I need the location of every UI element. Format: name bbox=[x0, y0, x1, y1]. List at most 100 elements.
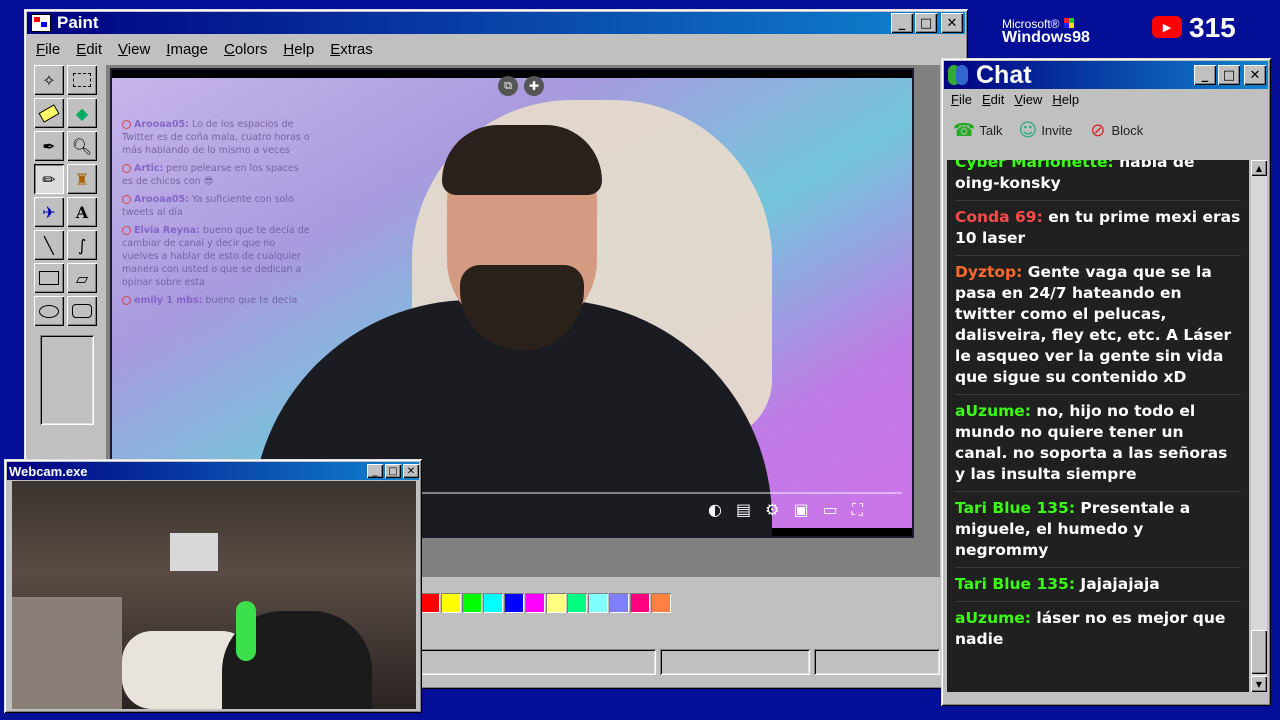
minimize-button[interactable]: _ bbox=[891, 13, 913, 33]
palette-color-8[interactable] bbox=[588, 593, 608, 613]
settings-gear-icon[interactable]: ⚙ bbox=[765, 500, 779, 520]
talk-icon[interactable]: ☎ bbox=[953, 120, 975, 141]
chat-toolbar: ☎ Talk ☺ Invite ⊘ Block bbox=[953, 120, 1143, 141]
palette-color-11[interactable] bbox=[651, 593, 671, 613]
chat-menu-edit[interactable]: Edit bbox=[982, 92, 1004, 107]
rounded-rect-icon[interactable] bbox=[67, 296, 97, 326]
scroll-thumb[interactable] bbox=[1251, 630, 1267, 674]
fill-icon[interactable]: ◆ bbox=[67, 98, 97, 128]
chat-menu-help[interactable]: Help bbox=[1052, 92, 1079, 107]
viewer-count: 315 bbox=[1189, 12, 1236, 43]
menu-colors[interactable]: Colors bbox=[224, 41, 267, 58]
chat-title: Chat bbox=[976, 60, 1032, 89]
palette-color-1[interactable] bbox=[441, 593, 461, 613]
status-pane-2 bbox=[660, 649, 810, 675]
palette-color-2[interactable] bbox=[462, 593, 482, 613]
status-pane-3 bbox=[814, 649, 940, 675]
palette-color-7[interactable] bbox=[567, 593, 587, 613]
palette-color-10[interactable] bbox=[630, 593, 650, 613]
chat-titlebar[interactable]: Chat _ □ ✕ bbox=[944, 61, 1268, 89]
menu-view[interactable]: View bbox=[118, 41, 150, 58]
chat-scrollbar[interactable]: ▲ ▼ bbox=[1251, 160, 1267, 692]
overlay-message: emily 1 mbs: bueno que te decía bbox=[122, 294, 312, 307]
overlay-message: Elvia Reyna: bueno que te decía de cambi… bbox=[122, 225, 310, 288]
close-button[interactable]: ✕ bbox=[941, 13, 963, 33]
paint-title: Paint bbox=[57, 13, 99, 32]
maximize-button[interactable]: □ bbox=[915, 13, 937, 33]
webcam-maximize-button[interactable]: □ bbox=[385, 464, 401, 478]
chat-message: Conda 69: en tu prime mexi eras 10 laser bbox=[955, 201, 1241, 256]
menu-file[interactable]: File bbox=[36, 41, 60, 58]
block-button[interactable]: Block bbox=[1111, 123, 1143, 138]
palette-color-0[interactable] bbox=[420, 593, 440, 613]
scroll-up-button[interactable]: ▲ bbox=[1251, 160, 1267, 176]
brush-icon[interactable]: ♜ bbox=[67, 164, 97, 194]
paint-app-icon bbox=[31, 14, 51, 32]
magnifier-icon[interactable]: 🔍︎ bbox=[67, 131, 97, 161]
streamer-hair bbox=[442, 125, 602, 195]
webcam-titlebar[interactable]: Webcam.exe _ □ ✕ bbox=[7, 462, 419, 480]
palette-color-9[interactable] bbox=[609, 593, 629, 613]
tool-options-box[interactable] bbox=[40, 335, 94, 425]
rectangle-icon[interactable] bbox=[34, 263, 64, 293]
chat-maximize-button[interactable]: □ bbox=[1218, 65, 1240, 85]
pencil-icon[interactable]: ✏ bbox=[34, 164, 64, 194]
chat-message-pane[interactable]: Cyber Marionette: habla de oing-konsky C… bbox=[947, 160, 1249, 692]
overlay-message: Arooaa05: Ya suficiente con solo tweets … bbox=[122, 194, 294, 218]
chat-username: Cyber Marionette: bbox=[955, 160, 1114, 171]
polygon-icon[interactable]: ▱ bbox=[67, 263, 97, 293]
eraser-icon[interactable] bbox=[34, 98, 64, 128]
chat-menu-view[interactable]: View bbox=[1014, 92, 1042, 107]
chat-message-list: Cyber Marionette: habla de oing-konsky C… bbox=[955, 160, 1241, 656]
chat-message: Tari Blue 135: Jajajajaja bbox=[955, 568, 1241, 602]
paint-titlebar[interactable]: Paint _ □ ✕ bbox=[27, 12, 965, 34]
eyedropper-icon[interactable]: ✒ bbox=[34, 131, 64, 161]
color-palette[interactable] bbox=[420, 593, 672, 613]
windows98-label: Windows98 bbox=[1002, 29, 1090, 46]
menu-image[interactable]: Image bbox=[166, 41, 208, 58]
subtitles-icon[interactable]: ▤ bbox=[736, 500, 751, 520]
chat-close-button[interactable]: ✕ bbox=[1244, 65, 1266, 85]
menu-help[interactable]: Help bbox=[283, 41, 314, 58]
chat-minimize-button[interactable]: _ bbox=[1194, 65, 1216, 85]
status-bar bbox=[420, 649, 940, 675]
webcam-minimize-button[interactable]: _ bbox=[367, 464, 383, 478]
video-controls: ◐ ▤ ⚙ ▣ ▭ ⛶ bbox=[708, 500, 863, 520]
miniplayer-icon[interactable]: ▣ bbox=[793, 500, 808, 520]
palette-color-6[interactable] bbox=[546, 593, 566, 613]
curve-icon[interactable]: ∫ bbox=[67, 230, 97, 260]
invite-button[interactable]: Invite bbox=[1041, 123, 1072, 138]
palette-color-5[interactable] bbox=[525, 593, 545, 613]
menu-extras[interactable]: Extras bbox=[330, 41, 373, 58]
webcam-close-button[interactable]: ✕ bbox=[403, 464, 419, 478]
talk-button[interactable]: Talk bbox=[979, 123, 1002, 138]
scroll-down-button[interactable]: ▼ bbox=[1251, 676, 1267, 692]
chat-username: aUzume: bbox=[955, 402, 1031, 420]
ellipse-icon[interactable] bbox=[34, 296, 64, 326]
chat-message: Cyber Marionette: habla de oing-konsky bbox=[955, 160, 1241, 201]
chat-menu-file[interactable]: File bbox=[951, 92, 972, 107]
video-top-icons: ⧉ ✚ bbox=[498, 76, 544, 96]
free-select-icon[interactable]: ✧ bbox=[34, 65, 64, 95]
autoplay-toggle-icon[interactable]: ◐ bbox=[708, 500, 722, 520]
video-overlay-chat: Arooaa05: Lo de los espacios de Twitter … bbox=[122, 118, 312, 312]
block-icon[interactable]: ⊘ bbox=[1090, 120, 1105, 141]
add-icon[interactable]: ✚ bbox=[524, 76, 544, 96]
overlay-message: Arooaa05: Lo de los espacios de Twitter … bbox=[122, 119, 310, 156]
fullscreen-icon[interactable]: ⛶ bbox=[852, 500, 863, 520]
line-icon[interactable]: ╲ bbox=[34, 230, 64, 260]
chat-message: Tari Blue 135: Presentale a miguele, el … bbox=[955, 492, 1241, 568]
msn-buddy-icon bbox=[948, 65, 968, 85]
palette-color-3[interactable] bbox=[483, 593, 503, 613]
theater-mode-icon[interactable]: ▭ bbox=[823, 500, 838, 520]
invite-icon[interactable]: ☺ bbox=[1019, 120, 1038, 141]
airbrush-icon[interactable]: ✈ bbox=[34, 197, 64, 227]
palette-color-4[interactable] bbox=[504, 593, 524, 613]
webcam-title: Webcam.exe bbox=[9, 463, 88, 479]
rect-select-icon[interactable] bbox=[67, 65, 97, 95]
menu-edit[interactable]: Edit bbox=[76, 41, 102, 58]
chat-username: Dyztop: bbox=[955, 263, 1023, 281]
copy-link-icon[interactable]: ⧉ bbox=[498, 76, 518, 96]
headphones bbox=[236, 601, 256, 661]
text-icon[interactable]: A bbox=[67, 197, 97, 227]
